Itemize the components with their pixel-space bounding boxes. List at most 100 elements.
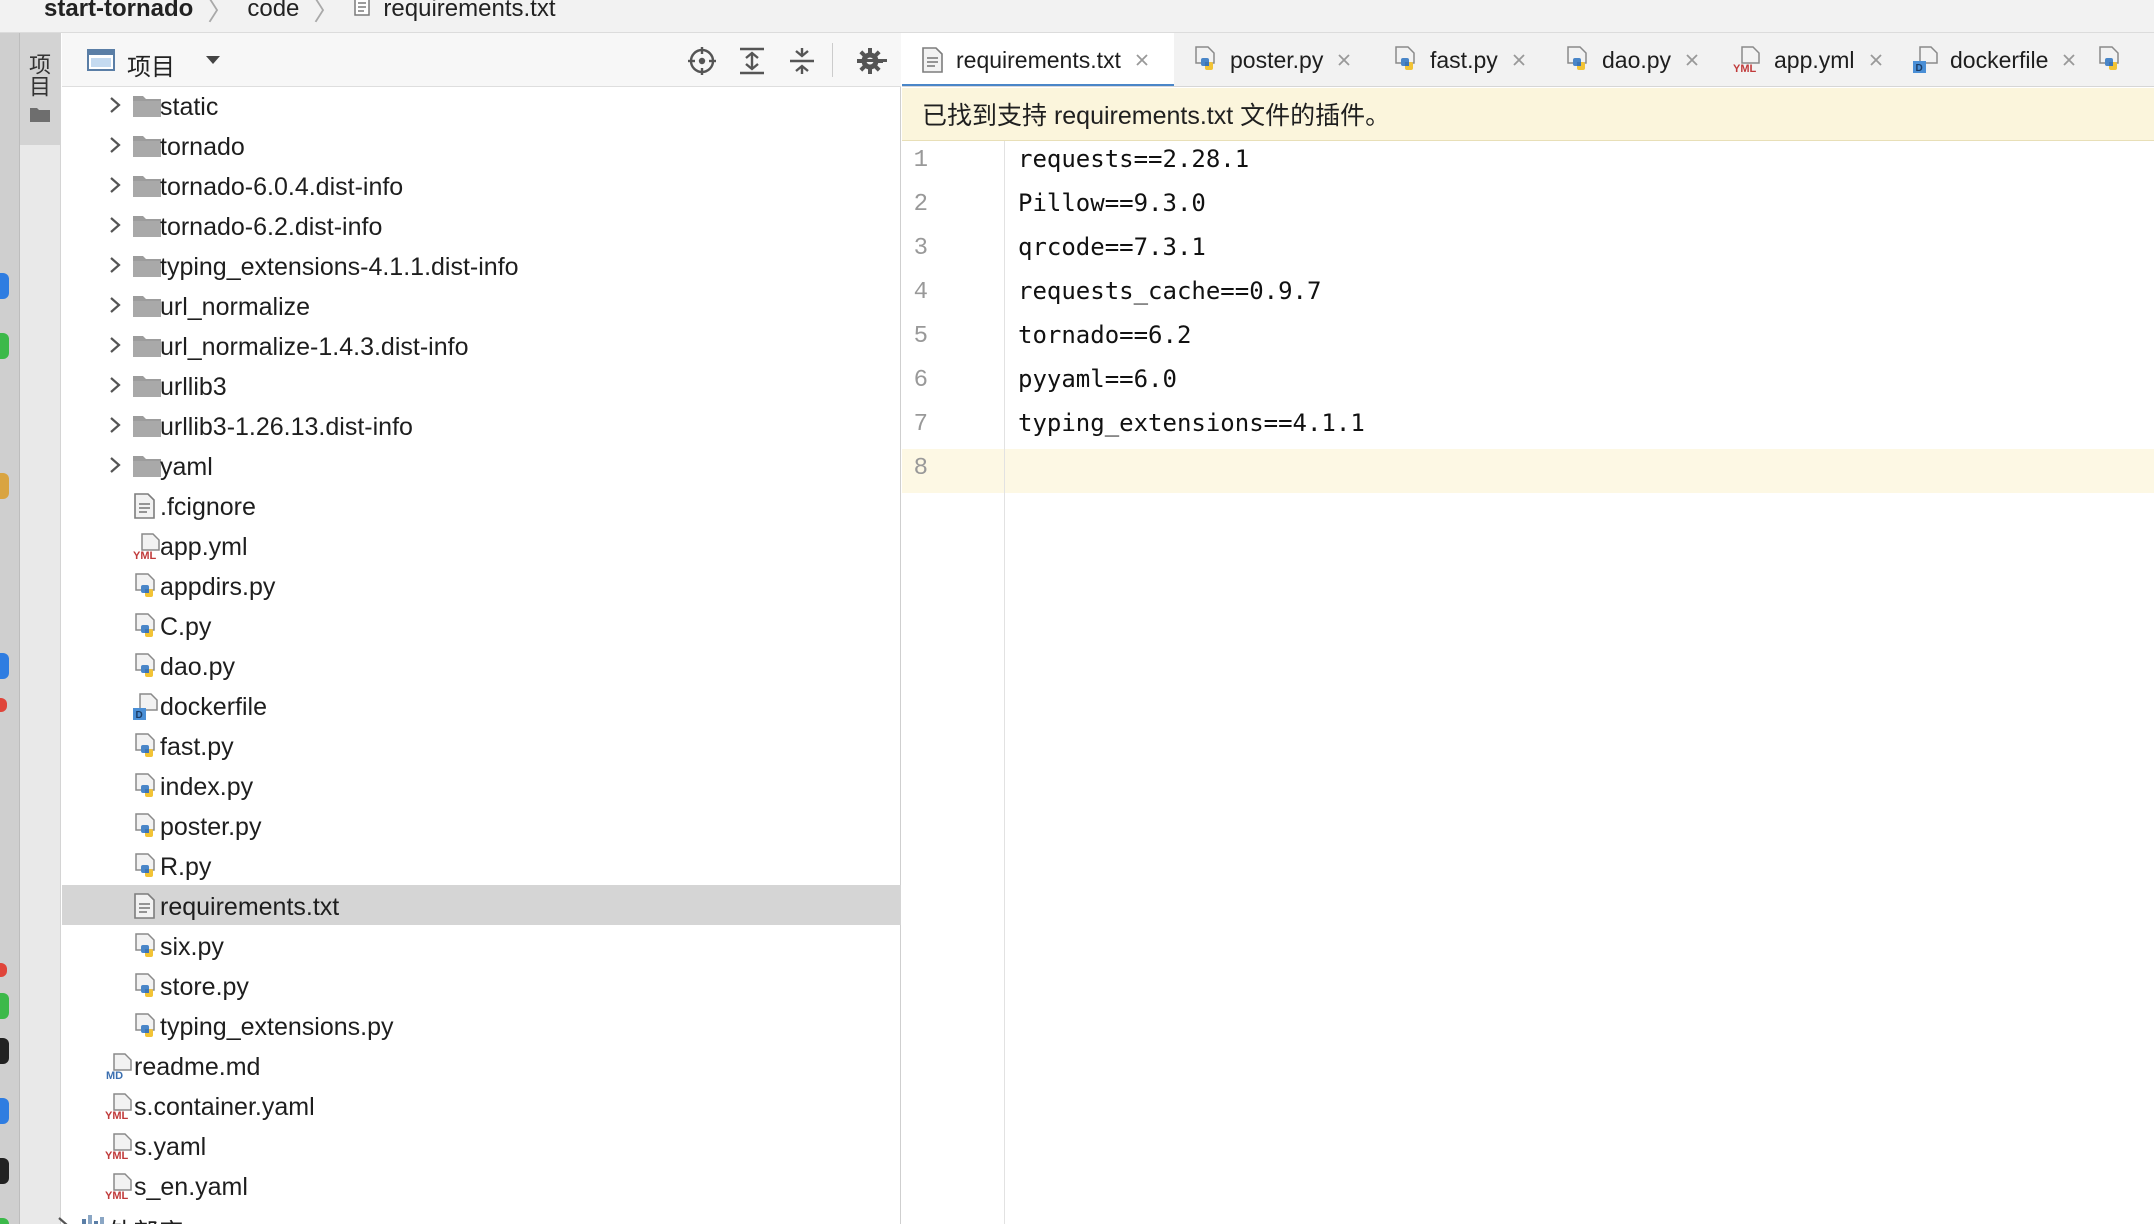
code-line[interactable]: requests==2.28.1 <box>1018 145 1249 173</box>
chevron-down-icon[interactable] <box>204 53 222 71</box>
editor-tab[interactable]: Ddockerfile <box>1894 33 2078 86</box>
tree-file-row[interactable]: YML s_en.yaml <box>62 1165 901 1205</box>
dock-app-icon[interactable] <box>0 273 9 299</box>
close-icon[interactable] <box>1685 53 1699 67</box>
code-line[interactable]: typing_extensions==4.1.1 <box>1018 409 1365 437</box>
project-tool-button[interactable]: 项目 <box>20 33 60 145</box>
chevron-right-icon[interactable] <box>108 376 122 399</box>
text-file-icon <box>353 0 371 23</box>
breadcrumb-file[interactable]: requirements.txt <box>353 0 556 25</box>
breadcrumb: start-tornado 〉 code 〉 requirements.txt <box>0 0 2154 33</box>
tree-file-row[interactable]: .fcignore <box>62 485 901 525</box>
line-number-gutter: 1 2 3 4 5 6 7 8 <box>902 141 1005 1224</box>
tree-file-row[interactable]: index.py <box>62 765 901 805</box>
chevron-right-icon[interactable] <box>108 136 122 159</box>
tree-folder-row[interactable]: url_normalize <box>62 285 901 325</box>
dock-app-icon[interactable] <box>0 333 9 359</box>
close-icon[interactable] <box>1512 53 1526 67</box>
editor-tab-overflow[interactable] <box>2078 33 2138 86</box>
tree-file-row[interactable]: MD readme.md <box>62 1045 901 1085</box>
tree-folder-row[interactable]: static <box>62 85 901 125</box>
folder-icon <box>132 173 162 204</box>
dock-app-icon[interactable] <box>0 653 9 679</box>
tree-file-row[interactable]: appdirs.py <box>62 565 901 605</box>
dock-app-icon[interactable] <box>0 1098 9 1124</box>
chevron-right-icon[interactable] <box>108 336 122 359</box>
header-divider <box>832 43 833 77</box>
chevron-right-icon[interactable] <box>108 96 122 119</box>
code-text-area[interactable]: requests==2.28.1 Pillow==9.3.0 qrcode==7.3… <box>1006 141 2154 1224</box>
dock-app-icon[interactable] <box>0 473 9 499</box>
dock-app-icon[interactable] <box>0 1218 9 1224</box>
tree-folder-row[interactable]: yaml <box>62 445 901 485</box>
chevron-right-icon[interactable] <box>108 176 122 199</box>
code-line[interactable]: pyyaml==6.0 <box>1018 365 1177 393</box>
tree-file-row[interactable]: YML app.yml <box>62 525 901 565</box>
tree-folder-row[interactable]: tornado-6.0.4.dist-info <box>62 165 901 205</box>
chevron-right-icon[interactable] <box>108 456 122 479</box>
chevron-right-icon[interactable] <box>108 256 122 279</box>
breadcrumb-project[interactable]: start-tornado <box>44 0 193 25</box>
tree-file-row[interactable]: R.py <box>62 845 901 885</box>
chevron-right-icon[interactable] <box>108 296 122 319</box>
chevron-right-icon[interactable] <box>56 1216 70 1224</box>
dock-app-icon[interactable] <box>0 1038 9 1064</box>
dock-app-icon[interactable] <box>0 1158 9 1184</box>
tree-file-row[interactable]: typing_extensions.py <box>62 1005 901 1045</box>
minimize-icon[interactable] <box>860 46 890 76</box>
editor-tab[interactable]: poster.py <box>1174 33 1374 86</box>
tree-folder-row[interactable]: urllib3 <box>62 365 901 405</box>
code-line[interactable]: requests_cache==0.9.7 <box>1018 277 1321 305</box>
close-icon[interactable] <box>1135 53 1149 67</box>
tree-folder-row[interactable]: tornado <box>62 125 901 165</box>
tree-folder-row[interactable]: url_normalize-1.4.3.dist-info <box>62 325 901 365</box>
line-number: 7 <box>913 411 928 438</box>
locate-file-icon[interactable] <box>687 46 717 76</box>
tree-file-row[interactable]: poster.py <box>62 805 901 845</box>
close-icon[interactable] <box>2062 53 2076 67</box>
project-view-title[interactable]: 项目 <box>127 47 175 82</box>
dock-app-icon[interactable] <box>0 698 7 712</box>
collapse-all-icon[interactable] <box>787 46 817 76</box>
dock-app-icon[interactable] <box>0 993 9 1019</box>
tree-file-row[interactable]: requirements.txt <box>62 885 901 925</box>
tree-file-row[interactable]: YML s.yaml <box>62 1125 901 1165</box>
expand-all-icon[interactable] <box>737 46 767 76</box>
tree-file-row[interactable]: YML s.container.yaml <box>62 1085 901 1125</box>
editor-tab[interactable]: YML app.yml <box>1714 33 1894 86</box>
dock-app-icon[interactable] <box>0 963 7 977</box>
chevron-right-icon[interactable] <box>108 416 122 439</box>
editor-tab[interactable]: requirements.txt <box>902 33 1174 86</box>
close-icon[interactable] <box>1869 53 1883 67</box>
tree-file-row[interactable]: store.py <box>62 965 901 1005</box>
tree-file-row[interactable]: Ddockerfile <box>62 685 901 725</box>
docker-file-icon: D <box>1912 46 1938 74</box>
editor-tab-label: app.yml <box>1774 46 1855 73</box>
breadcrumb-folder[interactable]: code <box>247 0 299 25</box>
editor-tab[interactable]: dao.py <box>1546 33 1714 86</box>
editor-tab[interactable]: fast.py <box>1374 33 1546 86</box>
tree-folder-row[interactable]: typing_extensions-4.1.1.dist-info <box>62 245 901 285</box>
tree-folder-row[interactable]: tornado-6.2.dist-info <box>62 205 901 245</box>
close-icon[interactable] <box>1337 53 1351 67</box>
tree-file-row[interactable]: fast.py <box>62 725 901 765</box>
tree-file-row[interactable]: six.py <box>62 925 901 965</box>
plugin-notification[interactable]: 已找到支持 requirements.txt 文件的插件。 <box>902 88 2154 141</box>
tree-item-label: urllib3 <box>160 373 227 401</box>
line-number: 1 <box>913 147 928 174</box>
tree-file-row[interactable]: 外部库 <box>58 1205 901 1224</box>
code-line[interactable]: qrcode==7.3.1 <box>1018 233 1206 261</box>
tree-file-row[interactable]: C.py <box>62 605 901 645</box>
tree-folder-row[interactable]: urllib3-1.26.13.dist-info <box>62 405 901 445</box>
editor-tab-bar: requirements.txt poster.py fast.py dao.py YM… <box>902 33 2154 87</box>
folder-icon <box>132 293 162 324</box>
code-line[interactable]: tornado==6.2 <box>1018 321 1191 349</box>
text-file-icon <box>132 893 156 924</box>
chevron-right-icon[interactable] <box>108 216 122 239</box>
svg-text:MD: MD <box>106 1070 123 1081</box>
tree-file-row[interactable]: dao.py <box>62 645 901 685</box>
left-dock <box>0 33 20 1224</box>
python-file-icon <box>132 813 158 846</box>
code-line[interactable]: Pillow==9.3.0 <box>1018 189 1206 217</box>
folder-icon <box>132 453 162 484</box>
